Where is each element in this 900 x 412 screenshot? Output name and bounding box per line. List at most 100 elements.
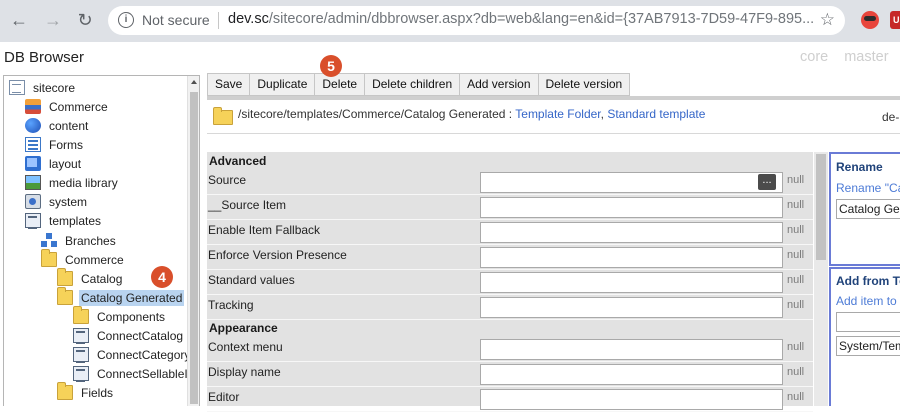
database-switcher: core master [800,49,900,65]
rename-panel: Rename Rename "Cat Catalog Gene [829,152,900,266]
folder-icon [73,306,89,324]
forward-arrow-icon[interactable]: → [42,9,64,31]
tree-item-connectcategory[interactable]: ConnectCategory [73,345,192,364]
field-label: __Source Item [208,198,287,212]
field-row-editor: Editor null [207,387,813,412]
save-button[interactable]: Save [207,73,251,96]
tree-item-connectcatalog[interactable]: ConnectCatalog [73,326,185,345]
template-path-input[interactable]: System/Tem [836,336,900,356]
browse-dots-button[interactable]: ... [758,174,776,190]
bookmark-star-icon[interactable]: ☆ [820,10,835,30]
folder-icon [57,287,73,305]
rename-panel-subtitle: Rename "Cat [836,181,900,195]
editor-field[interactable] [480,389,783,410]
tree-item-sitecore[interactable]: sitecore [9,78,77,97]
tree-item-fields[interactable]: Fields [57,382,115,402]
tree-item-catalog[interactable]: Catalog [57,268,124,288]
field-row-source-item: __Source Item null [207,195,813,220]
standard-template-link[interactable]: Standard template [607,107,705,121]
template-folder-link[interactable]: Template Folder [515,107,600,121]
content-icon [25,118,41,133]
section-header-appearance: Appearance [209,321,278,335]
field-label: Display name [208,365,281,379]
template-icon [73,328,89,344]
enable-item-fallback-field[interactable] [480,222,783,243]
database-link-master[interactable]: master [844,49,888,65]
add-panel-subtitle: Add item to " [836,294,900,308]
tree-item-templates[interactable]: templates [25,211,103,230]
duplicate-button[interactable]: Duplicate [250,73,316,96]
extension-badge-icon[interactable]: U [890,11,900,29]
url-text[interactable]: dev.sc/sitecore/admin/dbbrowser.aspx?db=… [228,11,818,27]
tree-item-system[interactable]: system [25,192,89,211]
tracking-field[interactable] [480,297,783,318]
null-label: null [787,341,805,353]
branches-icon [41,233,57,248]
tree-item-catalog-generated[interactable]: Catalog Generated [57,287,185,307]
step-badge-tree: 4 [151,266,173,288]
extension-icon[interactable] [861,11,879,29]
source-item-field[interactable] [480,197,783,218]
field-row-context-menu: Context menu null [207,337,813,362]
display-name-field[interactable] [480,364,783,385]
tree-scrollbar[interactable] [187,76,199,406]
delete-button[interactable]: Delete [315,73,366,96]
address-bar[interactable]: i Not secure dev.sc/sitecore/admin/dbbro… [108,6,845,35]
add-version-button[interactable]: Add version [460,73,539,96]
tree-item-components[interactable]: Components [73,306,167,326]
tree-scrollbar-thumb[interactable] [190,92,198,404]
tree-item-commerce[interactable]: Commerce [25,97,110,116]
folder-icon [213,107,233,125]
field-label: Context menu [208,340,283,354]
field-label: Source [208,173,247,187]
tree-item-content[interactable]: content [25,116,90,135]
url-host: dev.sc [228,11,269,27]
source-field[interactable] [480,172,783,193]
delete-version-button[interactable]: Delete version [538,73,631,96]
null-label: null [787,391,805,403]
language-label: de- [882,110,900,124]
item-toolbar: Save Duplicate Delete Delete children Ad… [207,73,631,96]
field-row-source: Source ... null [207,170,813,195]
tree-item-forms[interactable]: Forms [25,135,85,154]
scroll-up-arrow-icon[interactable] [191,80,197,84]
enforce-version-presence-field[interactable] [480,247,783,268]
standard-values-field[interactable] [480,272,783,293]
fields-scrollbar-thumb[interactable] [816,154,826,260]
folder-icon [57,268,73,286]
security-label: Not secure [142,12,210,28]
tree-item-commerce-templates[interactable]: Commerce [41,249,126,269]
rename-input[interactable]: Catalog Gene [836,199,900,219]
tree-item-branches[interactable]: Branches [41,231,118,250]
add-panel-title: Add from Te [836,274,900,288]
tree-item-media-library[interactable]: media library [25,173,120,192]
tree-item-connectsellableitem[interactable]: ConnectSellableIte [73,364,199,383]
field-row-tracking: Tracking null [207,295,813,320]
section-header-advanced: Advanced [209,154,267,168]
url-path: /sitecore/admin/dbbrowser.aspx?db=web&la… [268,11,815,27]
field-row-display-name: Display name null [207,362,813,387]
delete-children-button[interactable]: Delete children [365,73,461,96]
page-title: DB Browser [4,49,85,66]
null-label: null [787,299,805,311]
reload-icon[interactable]: ↻ [74,9,96,31]
content-tree: sitecore Commerce content Forms layout m… [3,75,200,406]
info-icon[interactable]: i [118,12,134,28]
null-label: null [787,224,805,236]
path-separator: : [505,107,516,121]
field-label: Enforce Version Presence [208,248,347,262]
database-link-core[interactable]: core [800,49,828,65]
address-separator [218,12,219,29]
back-arrow-icon[interactable]: ← [8,9,30,31]
fields-scrollbar[interactable] [814,152,828,406]
add-from-template-panel: Add from Te Add item to " System/Tem [829,267,900,406]
null-label: null [787,199,805,211]
tree-item-layout[interactable]: layout [25,154,83,173]
template-icon [73,366,89,382]
page-icon [9,80,25,95]
context-menu-field[interactable] [480,339,783,360]
system-icon [25,194,41,209]
item-header: /sitecore/templates/Commerce/Catalog Gen… [207,100,900,134]
new-item-name-input[interactable] [836,312,900,332]
null-label: null [787,249,805,261]
